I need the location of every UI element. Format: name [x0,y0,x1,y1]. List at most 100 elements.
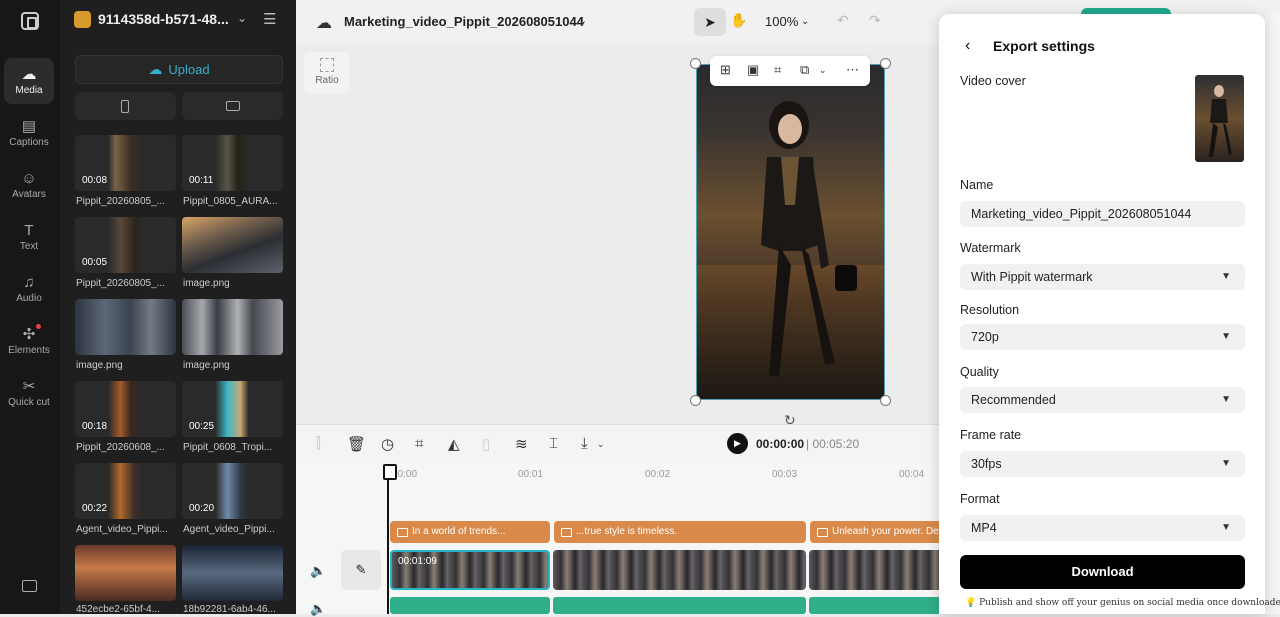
nav-item-elements[interactable]: ✣ Elements [4,318,54,364]
media-thumbnail[interactable] [75,545,176,601]
file-name[interactable]: Marketing_video_Pippit_202608051044 [344,14,584,29]
ratio-label: Ratio [315,75,339,86]
format-select[interactable]: MP4 ▼ [960,515,1245,541]
volume-icon[interactable]: 🔈 [310,563,326,579]
resolution-label: Resolution [960,303,1020,317]
replace-icon[interactable]: ⊞ [720,62,731,78]
duration-label: 00:22 [82,503,108,514]
resize-handle[interactable] [880,58,891,69]
media-thumbnail[interactable]: 00:08 [75,135,176,191]
resolution-select[interactable]: 720p ▼ [960,324,1245,350]
caption-clip[interactable]: In a world of trends... [390,521,550,543]
quality-select[interactable]: Recommended ▼ [960,387,1245,413]
audio-clip[interactable] [553,597,806,614]
notification-dot [36,324,41,329]
caption-clip[interactable]: ...true style is timeless. [554,521,806,543]
resize-handle[interactable] [690,395,701,406]
nav-item-quick-cut[interactable]: ✂ Quick cut [4,370,54,426]
chevron-down-icon[interactable]: ⌄ [578,14,587,27]
playhead[interactable] [383,464,397,614]
play-button[interactable]: ▶ [727,433,748,454]
ratio-button[interactable]: Ratio [304,52,350,94]
back-arrow-icon[interactable]: ‹ [965,37,970,55]
media-caption: Agent_video_Pippi... [183,524,275,535]
quality-label: Quality [960,365,999,379]
video-clip[interactable] [809,550,949,590]
upload-button[interactable]: ☁ Upload [75,55,283,84]
chevron-down-icon: ▼ [1221,522,1231,533]
current-time: 00:00:00 [756,437,805,451]
watermark-select[interactable]: With Pippit watermark ▼ [960,264,1245,290]
crop-icon[interactable]: ⌗ [774,62,781,78]
redo-icon[interactable]: ↷ [869,12,881,29]
framerate-label: Frame rate [960,428,1022,442]
resize-handle[interactable] [690,58,701,69]
chevron-down-icon[interactable]: ⌄ [597,439,605,450]
project-badge-icon [74,11,91,28]
nav-item-avatars[interactable]: ☺ Avatars [4,162,54,208]
nav-item-label: Audio [16,293,42,304]
media-caption: 18b92281-6ab4-46... [183,604,276,614]
watermark-label: Watermark [960,241,1021,255]
media-thumbnail[interactable]: 00:20 [182,463,283,519]
media-thumbnail[interactable] [75,299,176,355]
nav-item-text[interactable]: T Text [4,214,54,260]
more-icon[interactable]: ⋯ [846,62,859,78]
crop-icon[interactable]: ⌗ [415,435,423,452]
nav-item-media[interactable]: ☁ Media [4,58,54,104]
trim-icon[interactable]: ⌶ [549,435,558,452]
chevron-down-icon[interactable]: ⌄ [237,11,247,25]
undo-icon[interactable]: ↶ [837,12,849,29]
download-button[interactable]: Download [960,555,1245,589]
flip-icon[interactable]: ◭ [448,435,460,453]
media-thumbnail[interactable]: 00:25 [182,381,283,437]
keyboard-icon[interactable] [22,580,37,592]
name-input[interactable]: Marketing_video_Pippit_202608051044 [960,201,1245,227]
media-caption: Pippit_20260805_... [76,278,165,289]
nav-item-captions[interactable]: ▤ Captions [4,110,54,156]
format-value: MP4 [971,521,997,535]
framerate-select[interactable]: 30fps ▼ [960,451,1245,477]
volume-icon[interactable]: 🔈 [310,601,326,617]
media-caption: 452ecbe2-65bf-4... [76,604,160,614]
download-icon[interactable]: ⤓ [581,435,588,452]
video-clip[interactable] [553,550,806,590]
media-thumbnail[interactable] [182,299,283,355]
zoom-level[interactable]: 100% [765,14,798,29]
edit-cover-button[interactable]: ✎ [341,550,381,590]
speed-icon[interactable]: ◷ [381,435,394,453]
video-preview[interactable] [696,64,885,400]
chevron-down-icon[interactable]: ⌄ [801,16,809,27]
app-logo-icon[interactable] [21,12,39,30]
video-clip-selected[interactable]: 00:01:09 [390,550,550,590]
media-caption: Pippit_20260608_... [76,442,165,453]
video-cover-thumbnail[interactable] [1195,75,1244,162]
media-thumbnail[interactable]: 00:11 [182,135,283,191]
nav-item-label: Quick cut [8,397,50,408]
delete-icon[interactable]: 🗑 [347,435,366,453]
hand-tool-icon[interactable]: ✋ [730,12,747,29]
caption-clip[interactable]: Unleash your power. De... [810,521,950,543]
nav-item-audio[interactable]: ♫ Audio [4,266,54,312]
resize-handle[interactable] [880,395,891,406]
media-thumbnail[interactable]: 00:05 [75,217,176,273]
media-thumbnail[interactable]: 00:18 [75,381,176,437]
layer-icon[interactable]: ⧉ [800,62,809,78]
frame-icon[interactable]: ▣ [747,62,759,78]
landscape-filter-button[interactable] [182,92,283,120]
select-tool-button[interactable]: ➤ [694,8,726,36]
media-thumbnail[interactable] [182,545,283,601]
nav-item-label: Avatars [12,189,46,200]
adjust-icon[interactable]: ≋ [515,435,528,453]
audio-clip[interactable] [809,597,949,614]
video-cover-label: Video cover [960,74,1026,88]
portrait-filter-button[interactable] [75,92,176,120]
chevron-down-icon[interactable]: ⌄ [819,65,827,76]
lightbulb-icon: 💡 [965,598,977,608]
filter-icon[interactable]: ☰ [263,10,276,28]
project-selector[interactable]: 9114358d-b571-48... ⌄ ☰ [74,10,284,30]
media-thumbnail[interactable]: 00:22 [75,463,176,519]
duration-label: 00:25 [189,421,215,432]
media-thumbnail[interactable] [182,217,283,273]
audio-clip[interactable] [390,597,550,614]
